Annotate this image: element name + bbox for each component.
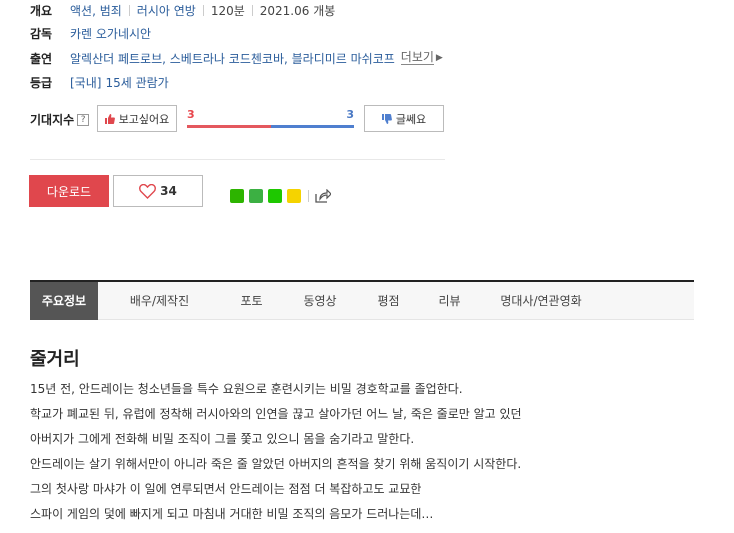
want-to-see-label: 보고싶어요	[118, 112, 170, 126]
rating-label: 등급	[30, 75, 53, 90]
runtime: 120분	[210, 3, 245, 18]
bookmark-icon[interactable]	[268, 189, 282, 203]
chevron-right-icon: ▶	[435, 53, 443, 63]
divider	[251, 4, 253, 16]
rating-prefix: [국내]	[70, 75, 102, 90]
share-row	[230, 189, 331, 203]
director-link[interactable]: 카렌 오가네시안	[70, 25, 151, 42]
cast-links[interactable]: 알렉산더 페트로브, 스베트라나 코드첸코바, 블라디미르 마쉬코프	[70, 50, 395, 67]
tab-review[interactable]: 리뷰	[419, 282, 480, 320]
tab-video[interactable]: 동영상	[282, 282, 358, 320]
director-row: 감독 카렌 오가네시안	[30, 24, 151, 42]
synopsis-line: 안드레이는 살기 위해서만이 아니라 죽은 줄 알았던 아버지의 흔적을 찾기 …	[30, 457, 522, 471]
expect-index-text: 기대지수	[30, 113, 75, 127]
more-link[interactable]: 더보기	[400, 51, 434, 65]
want-count: 3	[187, 108, 195, 121]
overview-row: 개요 액션, 범죄 러시아 연방 120분 2021.06 개봉	[30, 1, 335, 19]
section-divider	[30, 159, 445, 160]
genre-link[interactable]: 액션, 범죄	[70, 2, 122, 19]
line-icon[interactable]	[249, 189, 263, 203]
divider	[202, 4, 204, 16]
director-label: 감독	[30, 26, 53, 41]
meh-button[interactable]: 글쎄요	[364, 105, 444, 132]
divider	[308, 190, 309, 202]
help-icon[interactable]: ?	[77, 113, 90, 126]
expect-index-label: 기대지수 ?	[30, 111, 90, 128]
cast-row: 출연 알렉산더 페트로브, 스베트라나 코드첸코바, 블라디미르 마쉬코프 더보…	[30, 49, 443, 67]
expect-bar: 3 3	[187, 108, 354, 130]
want-bar-fill	[187, 125, 271, 128]
like-count: 34	[160, 184, 177, 198]
expect-bar-track	[187, 125, 354, 128]
synopsis-line: 15년 전, 안드레이는 청소년들을 특수 요원으로 훈련시키는 비밀 경호학교…	[30, 382, 463, 396]
share-icon[interactable]	[315, 189, 331, 203]
thumbs-up-icon	[104, 113, 115, 124]
detail-tabs: 주요정보 배우/제작진 포토 동영상 평점 리뷰 명대사/연관영화	[30, 280, 694, 320]
synopsis-title: 줄거리	[30, 349, 80, 370]
synopsis-line: 스파이 게임의 덫에 빠지게 되고 마침내 거대한 비밀 조직의 음모가 드러나…	[30, 507, 434, 521]
heart-icon	[139, 183, 157, 199]
country-link[interactable]: 러시아 연방	[137, 2, 196, 19]
meh-bar-fill	[270, 125, 354, 128]
like-button[interactable]: 34	[113, 175, 203, 207]
want-to-see-button[interactable]: 보고싶어요	[97, 105, 177, 132]
tab-photo[interactable]: 포토	[221, 282, 282, 320]
rating-row: 등급 [국내] 15세 관람가	[30, 73, 169, 91]
synopsis-line: 학교가 폐교된 뒤, 유럽에 정착해 러시아와의 인연을 끊고 살아가던 어느 …	[30, 407, 522, 421]
synopsis-line: 그의 첫사랑 마샤가 이 일에 연루되면서 안드레이는 점점 더 복잡하고도 교…	[30, 482, 422, 496]
tab-cast-crew[interactable]: 배우/제작진	[98, 282, 221, 320]
download-button[interactable]: 다운로드	[29, 175, 109, 207]
cast-label: 출연	[30, 51, 53, 66]
tab-quotes-related[interactable]: 명대사/연관영화	[480, 282, 602, 320]
synopsis-body: 15년 전, 안드레이는 청소년들을 특수 요원으로 훈련시키는 비밀 경호학교…	[30, 379, 710, 529]
divider	[128, 4, 130, 16]
band-icon[interactable]	[230, 189, 244, 203]
meh-label: 글쎄요	[395, 112, 427, 126]
memo-icon[interactable]	[287, 189, 301, 203]
overview-label: 개요	[30, 3, 53, 18]
tab-score[interactable]: 평점	[358, 282, 419, 320]
synopsis-line: 아버지가 그에게 전화해 비밀 조직이 그를 쫓고 있으니 몸을 숨기라고 말한…	[30, 432, 415, 446]
rating-link[interactable]: 15세 관람가	[105, 74, 168, 91]
thumbs-down-icon	[381, 113, 392, 124]
tab-main-info[interactable]: 주요정보	[30, 281, 98, 320]
release-date: 2021.06 개봉	[259, 3, 336, 18]
meh-count: 3	[346, 108, 354, 121]
